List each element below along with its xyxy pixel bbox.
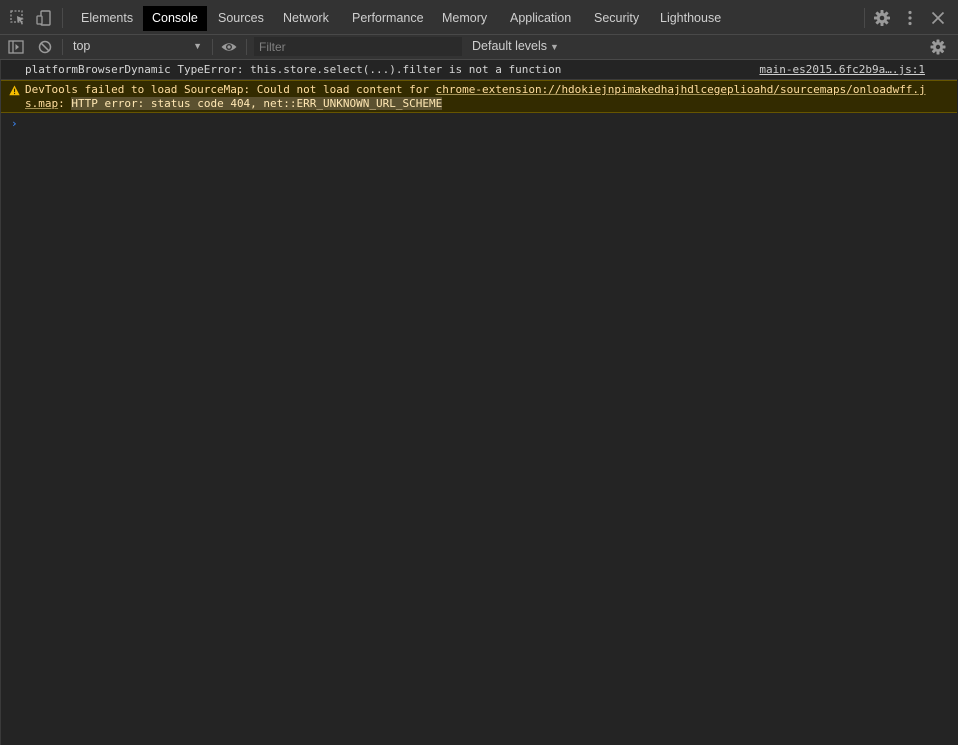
divider <box>62 8 63 28</box>
error-message-text: platformBrowserDynamic TypeError: this.s… <box>25 63 562 76</box>
log-levels-select[interactable]: Default levels ▼ <box>472 36 559 57</box>
dropdown-arrow-icon: ▼ <box>550 42 559 52</box>
log-levels-label: Default levels <box>472 39 548 53</box>
sourcemap-link-continued[interactable]: s.map <box>25 97 58 110</box>
tab-performance[interactable]: Performance <box>343 6 433 31</box>
source-link[interactable]: main-es2015.6fc2b9a….js:1 <box>759 60 925 80</box>
inspect-element-icon[interactable] <box>8 8 28 28</box>
divider <box>864 8 865 28</box>
console-settings-icon[interactable] <box>928 37 948 57</box>
device-toolbar-icon[interactable] <box>34 8 54 28</box>
clear-console-icon[interactable] <box>35 37 55 57</box>
eye-icon[interactable] <box>219 37 239 57</box>
gear-icon[interactable] <box>872 8 892 28</box>
tab-lighthouse[interactable]: Lighthouse <box>651 6 730 31</box>
divider <box>246 39 247 55</box>
tab-console[interactable]: Console <box>143 6 207 31</box>
close-icon[interactable] <box>928 8 948 28</box>
divider <box>212 39 213 55</box>
warning-separator: : <box>58 97 72 110</box>
context-select[interactable]: top ▼ <box>66 36 206 57</box>
warning-message-text: DevTools failed to load SourceMap: Could… <box>25 83 927 97</box>
warning-prefix: DevTools failed to load SourceMap: Could… <box>25 83 436 96</box>
console-message-error: platformBrowserDynamic TypeError: this.s… <box>1 60 957 80</box>
tab-security[interactable]: Security <box>585 6 648 31</box>
console-toolbar: top ▼ Default levels▼ <box>0 35 958 60</box>
console-message-warning: DevTools failed to load SourceMap: Could… <box>1 80 957 113</box>
console-prompt-icon[interactable]: › <box>11 117 18 130</box>
warning-detail: HTTP error: status code 404, net::ERR_UN… <box>71 97 443 110</box>
warning-message-text-continued: s.map: HTTP error: status code 404, net:… <box>25 97 927 111</box>
sidebar-toggle-icon[interactable] <box>6 37 26 57</box>
more-options-icon[interactable] <box>900 8 920 28</box>
tab-elements[interactable]: Elements <box>72 6 142 31</box>
divider <box>62 39 63 55</box>
tab-network[interactable]: Network <box>274 6 338 31</box>
filter-input[interactable] <box>254 37 462 56</box>
console-output: platformBrowserDynamic TypeError: this.s… <box>0 60 958 745</box>
tab-memory[interactable]: Memory <box>433 6 496 31</box>
context-value: top <box>73 39 91 53</box>
tab-application[interactable]: Application <box>501 6 580 31</box>
dropdown-arrow-icon: ▼ <box>193 41 202 51</box>
tab-sources[interactable]: Sources <box>209 6 273 31</box>
sourcemap-link[interactable]: chrome-extension://hdokiejnpimakedhajhdl… <box>436 83 926 96</box>
warning-icon <box>9 85 20 96</box>
devtools-tabbar: Elements Console Sources Network Perform… <box>0 0 958 35</box>
